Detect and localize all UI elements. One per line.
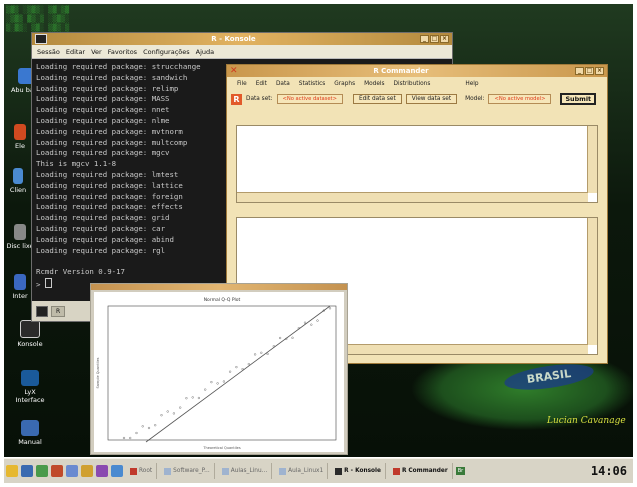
menu-distributions[interactable]: Distributions (394, 81, 431, 87)
desktop-icon-manual[interactable]: Manual (10, 420, 50, 446)
kde-menu-icon[interactable] (6, 465, 18, 477)
menu-statistics[interactable]: Statistics (299, 81, 326, 87)
menu-ajuda[interactable]: Ajuda (196, 48, 214, 56)
r-logo-icon: R (231, 93, 242, 105)
globe-icon (14, 274, 26, 290)
files-icon[interactable] (66, 465, 78, 477)
x-icon (130, 467, 137, 475)
new-session-icon[interactable] (36, 305, 48, 317)
submit-button[interactable]: Submit (560, 93, 597, 105)
terminal-icon (35, 34, 47, 44)
book-icon (21, 420, 39, 436)
wallpaper-signature: Lucian Cavanage (547, 416, 626, 426)
desktop-icon-lyx[interactable]: LyX Interface (10, 370, 50, 404)
taskbar: Root Software_P... Aulas_Linu... Aula_Li… (4, 458, 633, 483)
task-r-commander[interactable]: R Commander (389, 463, 453, 479)
graphics-device-window[interactable]: Normal Q-Q Plot Theoretical Quantiles Sa… (90, 283, 348, 455)
menu-editar[interactable]: Editar (66, 48, 85, 56)
menu-file[interactable]: File (237, 81, 247, 87)
menu-sessao[interactable]: Sessão (37, 48, 60, 56)
konsole-title: R - Konsole (211, 35, 256, 43)
browser-icon[interactable] (36, 465, 48, 477)
plot-titlebar[interactable] (91, 284, 347, 290)
rcommander-toolbar: R Data set: <No active dataset> Edit dat… (227, 90, 607, 108)
terminal-cursor (44, 277, 52, 288)
data-set-label: Data set: (246, 96, 273, 102)
active-dataset-button[interactable]: <No active dataset> (276, 94, 343, 104)
minimize-button[interactable]: _ (575, 67, 584, 75)
konsole-menubar: Sessão Editar Ver Favoritos Configuraçõe… (32, 45, 452, 59)
menu-data[interactable]: Data (276, 81, 290, 87)
y-axis-label: Sample Quantiles (96, 357, 100, 388)
output-vertical-scrollbar[interactable] (587, 218, 597, 345)
maximize-button[interactable]: □ (430, 35, 439, 43)
window-icon (221, 467, 229, 475)
menu-favoritos[interactable]: Favoritos (108, 48, 137, 56)
maximize-button[interactable]: □ (585, 67, 594, 75)
plot-background (94, 292, 344, 452)
close-button[interactable]: × (440, 35, 449, 43)
task-aulas-linux[interactable]: Aulas_Linu... (218, 463, 273, 479)
disk-icon (14, 224, 26, 240)
menu-ver[interactable]: Ver (91, 48, 102, 56)
help-icon[interactable] (111, 465, 123, 477)
script-window[interactable] (236, 125, 598, 203)
menu-models[interactable]: Models (364, 81, 384, 87)
close-button[interactable]: × (595, 67, 604, 75)
terminal-icon (20, 320, 40, 338)
r-logo-icon: ✕ (230, 66, 238, 76)
model-label: Model: (465, 96, 485, 102)
computer-icon (13, 168, 23, 184)
brazil-logo: BRASIL (502, 359, 596, 395)
minimize-button[interactable]: _ (420, 35, 429, 43)
rcommander-title: R Commander (373, 67, 429, 75)
editor-icon[interactable] (81, 465, 93, 477)
rcommander-menubar: File Edit Data Statistics Graphs Models … (227, 77, 607, 90)
task-r-konsole[interactable]: R - Konsole (331, 463, 386, 479)
task-aula-linux1[interactable]: Aula_Linux1 (275, 463, 329, 479)
script-vertical-scrollbar[interactable] (587, 126, 597, 193)
home-icon[interactable] (21, 465, 33, 477)
terminal-icon[interactable] (51, 465, 63, 477)
task-software[interactable]: Software_P... (160, 463, 215, 479)
menu-graphs[interactable]: Graphs (334, 81, 355, 87)
window-icon (279, 467, 287, 475)
task-root[interactable]: Root (126, 463, 158, 479)
menu-help[interactable]: Help (465, 81, 478, 87)
edit-data-set-button[interactable]: Edit data set (352, 94, 402, 104)
desktop: ▒▓▒ ░▒▓▒░ ▒▓░▒▓ ░▒▓▒ ▓▒░▒ ░▒▓▒░ ▒░▓▒░ ▒▓… (4, 4, 633, 457)
clock[interactable]: 14:06 (591, 464, 627, 478)
x-icon (392, 467, 400, 475)
desktop-icon-konsole[interactable]: Konsole (10, 320, 50, 348)
lyx-icon (21, 370, 39, 386)
office-icon[interactable] (96, 465, 108, 477)
keyboard-layout-indicator[interactable]: Br (455, 467, 466, 475)
script-horizontal-scrollbar[interactable] (237, 192, 588, 202)
session-tab-r[interactable]: R (51, 305, 66, 317)
terminal-icon (335, 467, 343, 475)
tool-icon (14, 124, 26, 140)
x-axis-label: Theoretical Quantiles (202, 446, 240, 450)
konsole-titlebar[interactable]: R - Konsole _ □ × (32, 33, 452, 45)
menu-edit[interactable]: Edit (256, 81, 267, 87)
menu-configuracoes[interactable]: Configurações (143, 48, 190, 56)
plot-title: Normal Q-Q Plot (204, 297, 241, 303)
rcommander-titlebar[interactable]: ✕ R Commander _ □ × (227, 65, 607, 77)
desktop-background-text: ▒▓▒ ░▒▓▒░ ▒▓░▒▓ ░▒▓▒ ▓▒░▒ ░▒▓▒░ ▒░▓▒░ ▒▓… (6, 6, 70, 32)
active-model-button[interactable]: <No active model> (488, 94, 552, 104)
window-icon (164, 467, 172, 475)
qq-plot: Normal Q-Q Plot Theoretical Quantiles Sa… (94, 292, 344, 452)
view-data-set-button[interactable]: View data set (405, 94, 458, 104)
